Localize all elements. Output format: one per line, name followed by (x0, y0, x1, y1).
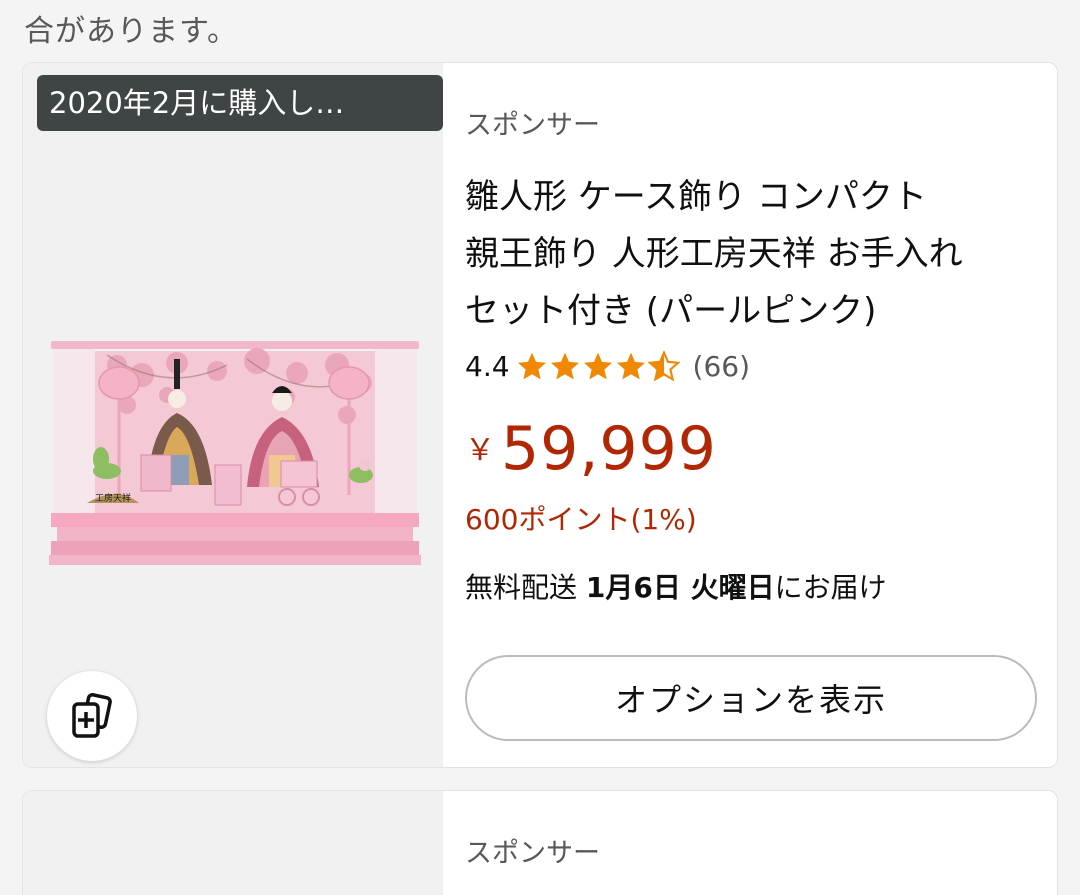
star-full-icon (550, 352, 579, 380)
see-options-button[interactable]: オプションを表示 (465, 655, 1037, 741)
product-image[interactable]: 工房天祥 (47, 335, 423, 575)
purchase-history-badge: 2020年2月に購入し… (37, 75, 443, 131)
sponsored-label: スポンサー (465, 838, 600, 869)
product-title-line: 親王飾り 人形工房天祥 お手入れ (465, 234, 963, 274)
add-to-compare-button[interactable] (47, 671, 137, 761)
star-full-icon (517, 352, 546, 380)
delivery-date: 1月6日 火曜日 (585, 571, 775, 604)
points-label: 600ポイント(1%) (465, 503, 697, 536)
rating-stars (516, 350, 681, 382)
product-info: スポンサー 雛人形 ケース飾り コンパクト 親王飾り 人形工房天祥 お手入れ セ… (465, 63, 1057, 767)
currency-symbol: ￥ (465, 433, 495, 468)
delivery-suffix: にお届け (774, 571, 887, 604)
rating-value: 4.4 (465, 349, 510, 383)
price: ￥ 59,999 (465, 413, 717, 485)
product-image-pane[interactable] (23, 791, 443, 895)
delivery-info: 無料配送 1月6日 火曜日にお届け (465, 566, 887, 606)
product-title-line: 雛人形 ケース飾り コンパクト (465, 177, 927, 217)
image-plaque-text: 工房天祥 (95, 492, 131, 504)
star-full-icon (616, 352, 645, 380)
product-title-line: セット付き (パールピンク) (465, 291, 877, 331)
truncated-description: 合があります。 (24, 14, 238, 49)
star-full-icon (583, 352, 612, 380)
product-card[interactable]: 2020年2月に購入し… 工房天祥 スポンサー 雛人形 ケース飾り コンパクト … (22, 62, 1058, 768)
rating-count: (66) (692, 349, 751, 383)
delivery-prefix: 無料配送 (465, 571, 586, 604)
price-value: 59,999 (501, 414, 717, 484)
star-half-icon (647, 350, 680, 382)
product-info: スポンサー (465, 791, 1057, 895)
product-card[interactable]: スポンサー (22, 790, 1058, 895)
product-image-pane[interactable]: 2020年2月に購入し… 工房天祥 (23, 63, 443, 767)
sponsored-label: スポンサー (465, 110, 600, 141)
product-title[interactable]: 雛人形 ケース飾り コンパクト 親王飾り 人形工房天祥 お手入れ セット付き (… (465, 169, 1045, 340)
rating-row[interactable]: 4.4 (66) (465, 346, 750, 386)
compare-cards-icon (72, 693, 112, 738)
